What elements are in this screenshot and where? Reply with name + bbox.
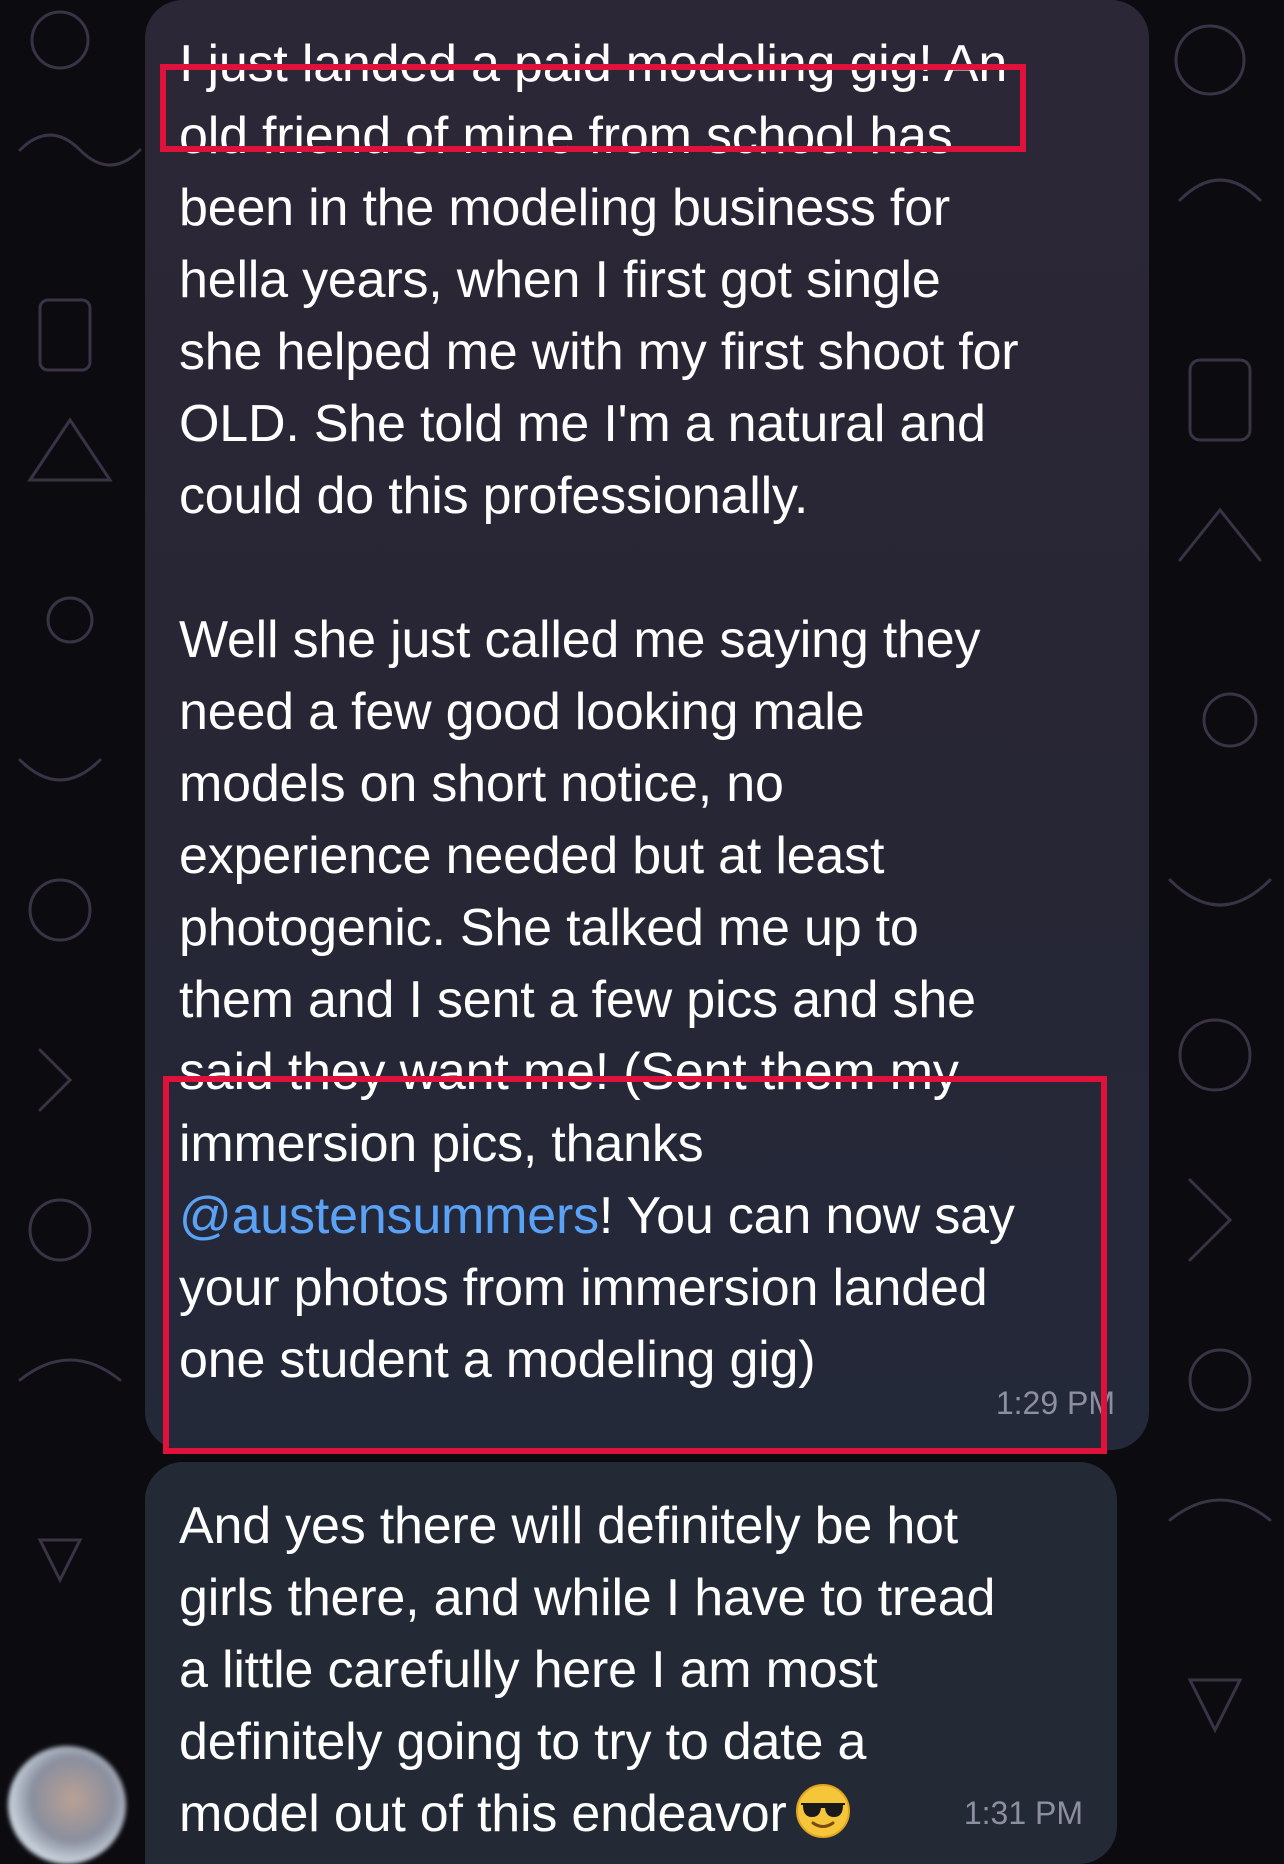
sunglasses-emoji-icon xyxy=(795,1784,850,1838)
message-bubble[interactable]: And yes there will definitely be hot gir… xyxy=(145,1462,1117,1864)
message-text: And yes there will definitely be hot gir… xyxy=(179,1497,996,1843)
highlight-box xyxy=(163,1076,1107,1454)
message-timestamp: 1:31 PM xyxy=(963,1795,1083,1831)
avatar[interactable] xyxy=(8,1746,126,1864)
highlight-box xyxy=(160,64,1026,152)
